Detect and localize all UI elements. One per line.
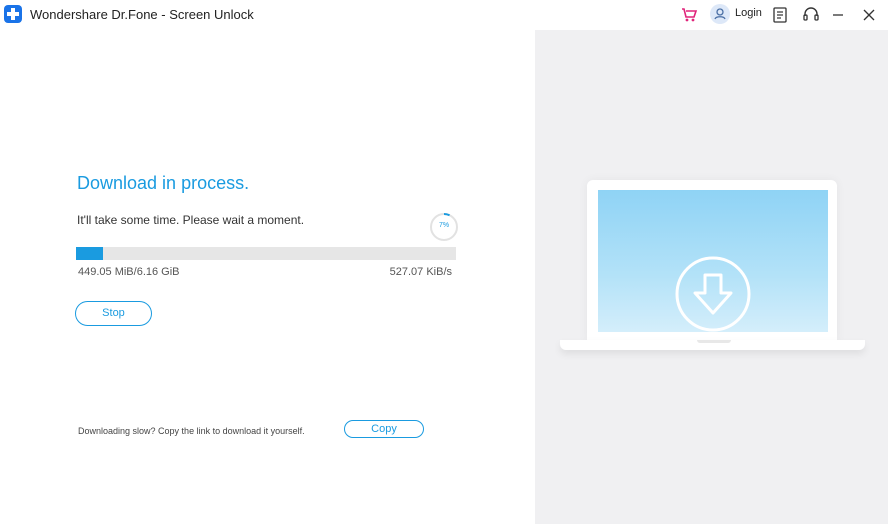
user-avatar-icon[interactable] xyxy=(710,4,730,24)
close-icon[interactable] xyxy=(859,5,879,25)
progress-fill xyxy=(76,247,103,260)
minimize-icon[interactable] xyxy=(828,5,848,25)
download-speed: 527.07 KiB/s xyxy=(389,266,452,278)
stop-button[interactable]: Stop xyxy=(75,301,152,326)
laptop-notch xyxy=(697,340,731,343)
download-panel: Download in process. It'll take some tim… xyxy=(0,30,535,524)
window-title: Wondershare Dr.Fone - Screen Unlock xyxy=(30,7,254,22)
download-size: 449.05 MiB/6.16 GiB xyxy=(78,266,180,278)
title-bar: Wondershare Dr.Fone - Screen Unlock Logi… xyxy=(0,0,888,30)
laptop-base xyxy=(560,340,865,350)
slow-download-hint: Downloading slow? Copy the link to downl… xyxy=(78,426,305,436)
progress-bar xyxy=(76,247,456,260)
login-link[interactable]: Login xyxy=(735,7,762,19)
shopping-cart-icon[interactable] xyxy=(679,5,699,25)
illustration-panel xyxy=(535,30,888,524)
notes-icon[interactable] xyxy=(770,5,790,25)
drfone-logo-icon xyxy=(4,5,22,23)
copy-link-button[interactable]: Copy xyxy=(344,420,424,438)
headset-icon[interactable] xyxy=(801,5,821,25)
download-heading: Download in process. xyxy=(77,173,250,193)
download-subtext: It'll take some time. Please wait a mome… xyxy=(77,213,305,227)
download-arrow-icon xyxy=(675,256,751,332)
progress-percent: 7% xyxy=(438,222,450,229)
